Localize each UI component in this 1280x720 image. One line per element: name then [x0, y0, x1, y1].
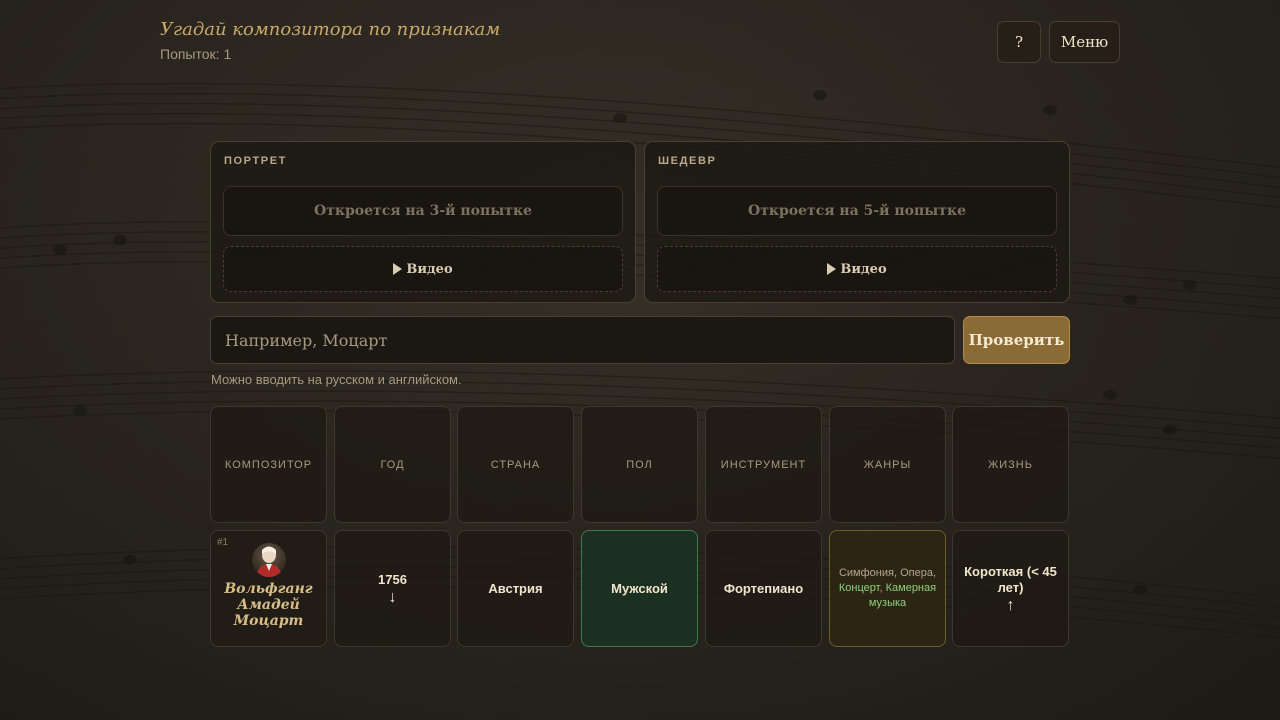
guess-life-value: Короткая (< 45 лет) [964, 563, 1057, 595]
genre-tag: Симфония [838, 567, 894, 579]
genres-list: Симфония, Опера, Концерт, Камерная музык… [838, 567, 937, 609]
column-header-genres: ЖАНРЫ [829, 406, 946, 523]
portrait-video-button[interactable]: Видео [223, 246, 623, 292]
guess-composer-cell: #1 Вольфганг Амадей Моцарт [210, 530, 327, 647]
arrow-down-icon: ↓ [388, 588, 397, 606]
portrait-locked-message: Откроется на 3-й попытке [223, 186, 623, 236]
help-button[interactable]: ? [997, 21, 1041, 63]
portrait-panel: ПОРТРЕТ Откроется на 3-й попытке Видео [210, 141, 636, 303]
attempts-counter: Попыток: 1 [160, 46, 232, 62]
page-title: Угадай композитора по признакам [160, 19, 501, 40]
masterpiece-video-button[interactable]: Видео [657, 246, 1057, 292]
composer-portrait [251, 543, 286, 577]
column-header-country: СТРАНА [457, 406, 574, 523]
check-button[interactable]: Проверить [963, 316, 1070, 364]
genre-tag-match: Концерт [838, 582, 880, 594]
masterpiece-panel-label: ШЕДЕВР [658, 155, 717, 167]
genre-tag: Опера [900, 567, 933, 579]
composer-name-line: Моцарт [233, 613, 304, 629]
guess-genres-cell: Симфония, Опера, Концерт, Камерная музык… [829, 530, 946, 647]
portrait-video-label: Видео [406, 261, 453, 277]
composer-name-line: Амадей [237, 597, 300, 613]
column-header-life: ЖИЗНЬ [952, 406, 1069, 523]
guess-country-value: Австрия [488, 581, 543, 596]
column-header-year: ГОД [334, 406, 451, 523]
composer-name-line: Вольфганг [224, 581, 313, 597]
guess-rank: #1 [217, 537, 229, 548]
column-header-instrument: ИНСТРУМЕНТ [705, 406, 822, 523]
guess-year-value: 1756 [378, 571, 407, 587]
guess-year-cell: 1756 ↓ [334, 530, 451, 647]
portrait-panel-label: ПОРТРЕТ [224, 155, 287, 167]
guess-sex-cell: Мужской [581, 530, 698, 647]
column-header-composer: КОМПОЗИТОР [210, 406, 327, 523]
play-icon [827, 263, 837, 275]
menu-button[interactable]: Меню [1049, 21, 1120, 63]
guess-instrument-cell: Фортепиано [705, 530, 822, 647]
composer-name: Вольфганг Амадей Моцарт [224, 581, 312, 629]
input-hint: Можно вводить на русском и английском. [211, 372, 462, 387]
arrow-up-icon: ↑ [1006, 596, 1015, 614]
column-header-sex: ПОЛ [581, 406, 698, 523]
guess-sex-value: Мужской [611, 581, 668, 596]
masterpiece-locked-message: Откроется на 5-й попытке [657, 186, 1057, 236]
guess-life-cell: Короткая (< 45 лет) ↑ [952, 530, 1069, 647]
composer-search-input[interactable] [210, 316, 955, 364]
masterpiece-video-label: Видео [840, 261, 887, 277]
guess-country-cell: Австрия [457, 530, 574, 647]
play-icon [393, 263, 403, 275]
masterpiece-panel: ШЕДЕВР Откроется на 5-й попытке Видео [644, 141, 1070, 303]
genre-tag-match: Камерная музыка [868, 582, 937, 609]
guess-instrument-value: Фортепиано [723, 581, 804, 596]
